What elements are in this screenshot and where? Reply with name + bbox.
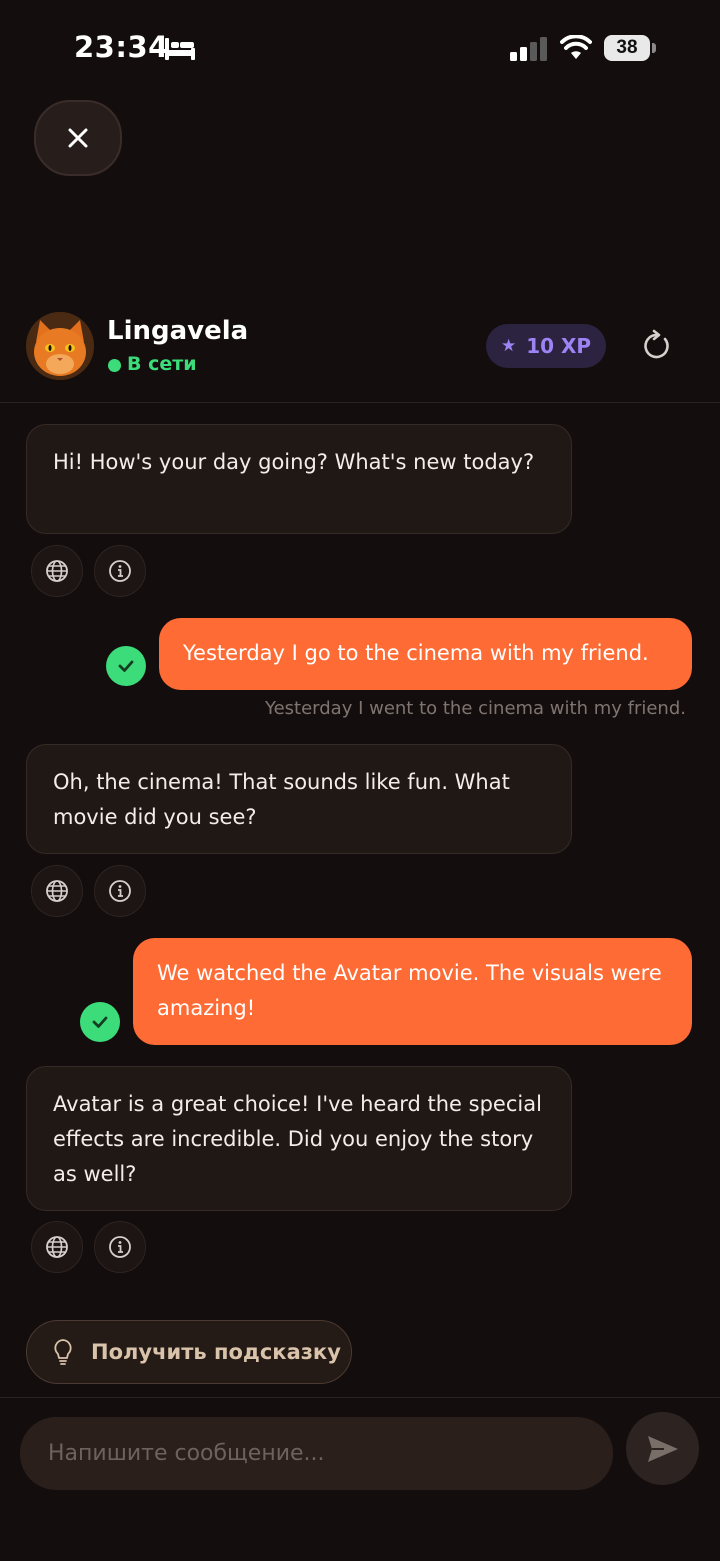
info-icon (109, 560, 131, 582)
globe-icon (46, 1236, 68, 1258)
lightbulb-icon (54, 1339, 72, 1365)
globe-icon (46, 880, 68, 902)
online-status-label: В сети (127, 353, 197, 375)
cellular-signal-icon (510, 37, 547, 61)
explain-button[interactable] (94, 865, 146, 917)
input-divider (0, 1397, 720, 1398)
hint-label: Получить подсказку (91, 1340, 341, 1364)
battery-indicator: 38 (604, 35, 656, 62)
close-icon (68, 128, 88, 148)
header-divider (0, 402, 720, 403)
battery-level: 38 (604, 35, 650, 61)
user-message: We watched the Avatar movie. The visuals… (133, 938, 692, 1045)
explain-button[interactable] (94, 545, 146, 597)
cat-avatar-icon (26, 312, 94, 380)
status-time: 23:34 (74, 30, 169, 64)
refresh-icon[interactable] (638, 328, 674, 364)
user-message: Yesterday I go to the cinema with my fri… (159, 618, 692, 690)
bot-message: Oh, the cinema! That sounds like fun. Wh… (26, 744, 572, 854)
close-button[interactable] (34, 100, 122, 176)
xp-value: 10 XP (526, 334, 592, 358)
globe-icon (46, 560, 68, 582)
bot-name: Lingavela (107, 316, 249, 346)
translate-button[interactable] (31, 545, 83, 597)
check-icon (118, 660, 134, 672)
online-status-dot (108, 359, 121, 372)
message-input[interactable] (20, 1417, 613, 1490)
message-text: Avatar is a great choice! I've heard the… (53, 1092, 542, 1186)
translate-button[interactable] (31, 1221, 83, 1273)
send-button[interactable] (626, 1412, 699, 1485)
bot-avatar (26, 312, 94, 380)
message-text: Yesterday I go to the cinema with my fri… (183, 641, 649, 665)
xp-badge: ★ 10 XP (486, 324, 606, 368)
correct-check-badge (80, 1002, 120, 1042)
message-text: Hi! How's your day going? What's new tod… (53, 450, 535, 474)
bot-message: Avatar is a great choice! I've heard the… (26, 1066, 572, 1211)
info-icon (109, 880, 131, 902)
sleep-focus-icon (165, 38, 195, 60)
info-icon (109, 1236, 131, 1258)
star-icon: ★ (500, 336, 517, 356)
get-hint-button[interactable]: Получить подсказку (26, 1320, 352, 1384)
bot-message: Hi! How's your day going? What's new tod… (26, 424, 572, 534)
correct-check-badge (106, 646, 146, 686)
message-text: We watched the Avatar movie. The visuals… (157, 961, 662, 1020)
send-icon (647, 1435, 678, 1462)
check-icon (92, 1016, 108, 1028)
translate-button[interactable] (31, 865, 83, 917)
explain-button[interactable] (94, 1221, 146, 1273)
wifi-icon (560, 35, 592, 59)
corrected-sentence: Yesterday I went to the cinema with my f… (264, 698, 686, 719)
message-text: Oh, the cinema! That sounds like fun. Wh… (53, 770, 510, 829)
